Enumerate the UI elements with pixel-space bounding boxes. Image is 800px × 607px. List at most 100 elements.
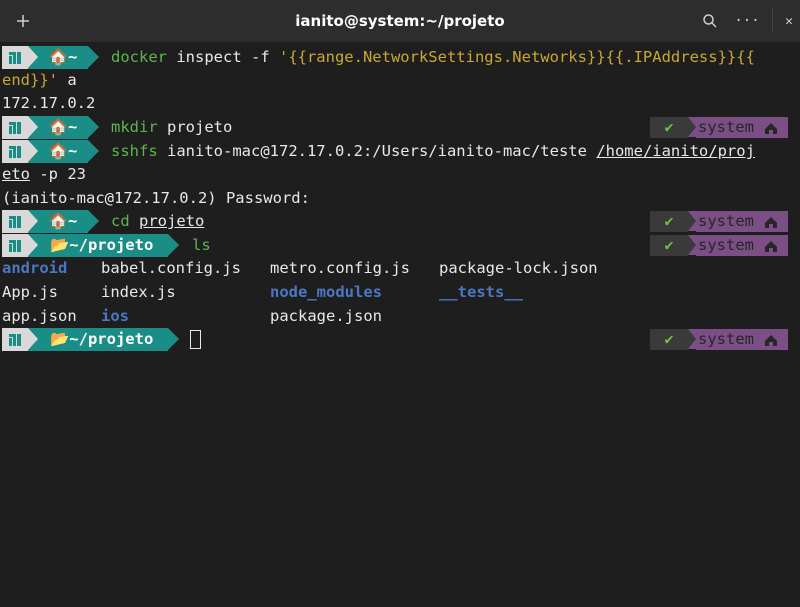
prompt-arrow xyxy=(28,116,38,138)
status-arrow xyxy=(688,329,696,349)
command-name: cd xyxy=(111,212,130,230)
status-arrow xyxy=(688,117,696,137)
search-icon xyxy=(703,14,717,28)
close-icon: ✕ xyxy=(785,13,793,29)
terminal-area[interactable]: 🏠~ docker inspect -f '{{range.NetworkSet… xyxy=(0,43,800,607)
ls-output-row: android babel.config.js metro.config.js … xyxy=(0,257,800,280)
home-icon: 🏠~ xyxy=(48,118,78,136)
command-args: inspect -f xyxy=(167,48,279,66)
command-string: '{{range.NetworkSettings.Networks}}{{.IP… xyxy=(278,48,755,66)
terminal-line: 🏠~ docker inspect -f '{{range.NetworkSet… xyxy=(0,46,800,69)
ls-output-row: app.json ios package.json xyxy=(0,305,800,328)
command-args: ianito-mac@172.17.0.2:/Users/ianito-mac/… xyxy=(157,142,597,160)
prompt-status: ✔ system xyxy=(650,235,788,256)
folder-icon: 📂~/projeto xyxy=(50,330,154,348)
prompt-status: ✔ system xyxy=(650,211,788,232)
status-host: system xyxy=(696,211,788,232)
text-cursor[interactable] xyxy=(190,330,201,349)
terminal-line: eto -p 23 xyxy=(0,163,800,186)
status-label: system xyxy=(698,330,754,348)
check-icon: ✔ xyxy=(650,211,688,232)
window-title: ianito@system:~/projeto xyxy=(295,12,505,30)
prompt-arrow xyxy=(88,116,99,138)
check-icon: ✔ xyxy=(650,117,688,138)
prompt-arrow xyxy=(28,140,38,162)
home-icon: 🏠~ xyxy=(48,212,78,230)
prompt-arrow xyxy=(28,234,38,256)
status-host: system xyxy=(696,117,788,138)
prompt-arrow xyxy=(28,328,38,350)
ls-entry: package.json xyxy=(270,307,382,325)
more-icon: ··· xyxy=(734,13,760,29)
terminal-line: 🏠~ sshfs ianito-mac@172.17.0.2:/Users/ia… xyxy=(0,140,800,163)
command-name: mkdir xyxy=(111,118,158,136)
command-name: sshfs xyxy=(111,142,158,160)
status-host: system xyxy=(696,235,788,256)
ls-entry: babel.config.js xyxy=(101,259,241,277)
prompt-arrow xyxy=(168,234,179,256)
output-text: (ianito-mac@172.17.0.2) Password: xyxy=(2,189,310,207)
check-icon: ✔ xyxy=(650,235,688,256)
prompt-arrow xyxy=(88,46,99,68)
manjaro-logo-icon xyxy=(2,234,28,257)
status-label: system xyxy=(698,212,754,230)
command-args: -p 23 xyxy=(30,165,86,183)
home-icon xyxy=(765,334,777,346)
home-icon xyxy=(765,122,777,134)
ls-entry: package-lock.json xyxy=(439,259,598,277)
prompt-arrow xyxy=(168,328,179,350)
ls-entry-dir: android xyxy=(2,259,68,277)
path-text: projeto xyxy=(139,212,205,230)
prompt-status: ✔ system xyxy=(650,117,788,138)
status-host: system xyxy=(696,329,788,350)
folder-icon: 📂~/projeto xyxy=(50,236,154,254)
ls-entry-dir: node_modules xyxy=(270,283,382,301)
terminal-output: (ianito-mac@172.17.0.2) Password: xyxy=(0,187,800,210)
output-text: 172.17.0.2 xyxy=(2,94,96,112)
ls-entry: app.json xyxy=(2,307,77,325)
ls-entry-dir: __tests__ xyxy=(439,283,523,301)
command-name: ls xyxy=(192,236,211,254)
ls-entry: index.js xyxy=(101,283,176,301)
terminal-line-current: 📂~/projeto ✔ system xyxy=(0,328,800,351)
home-icon: 🏠~ xyxy=(48,48,78,66)
ls-entry-dir: ios xyxy=(101,307,129,325)
terminal-line: end}}' a xyxy=(0,69,800,92)
status-arrow xyxy=(688,211,696,231)
terminal-line: 🏠~ mkdir projeto ✔ system xyxy=(0,116,800,139)
manjaro-logo-icon xyxy=(2,116,28,139)
manjaro-logo-icon xyxy=(2,210,28,233)
prompt-arrow xyxy=(28,46,38,68)
command-string: end}}' xyxy=(2,71,58,89)
ls-entry: App.js xyxy=(2,283,58,301)
prompt-dir: 📂~/projeto xyxy=(28,328,168,351)
command-args: projeto xyxy=(157,118,233,136)
divider xyxy=(772,9,773,33)
prompt-arrow xyxy=(88,140,99,162)
command-name: docker xyxy=(111,48,167,66)
status-arrow xyxy=(688,235,696,255)
terminal-line: 📂~/projeto ls ✔ system xyxy=(0,234,800,257)
terminal-line: 🏠~ cd projeto ✔ system xyxy=(0,210,800,233)
command-text: docker inspect -f '{{range.NetworkSettin… xyxy=(111,46,755,69)
status-label: system xyxy=(698,236,754,254)
check-icon: ✔ xyxy=(650,329,688,350)
prompt-arrow xyxy=(28,210,38,232)
manjaro-logo-icon xyxy=(2,46,28,69)
manjaro-logo-icon xyxy=(2,328,28,351)
title-bar: ianito@system:~/projeto ··· ✕ xyxy=(0,0,800,43)
manjaro-logo-icon xyxy=(2,140,28,163)
status-label: system xyxy=(698,118,754,136)
search-button[interactable] xyxy=(696,0,724,42)
prompt-arrow xyxy=(88,210,99,232)
home-icon xyxy=(765,216,777,228)
home-icon xyxy=(765,240,777,252)
menu-button[interactable]: ··· xyxy=(732,0,762,42)
path-text: /home/ianito/proj xyxy=(596,142,755,160)
home-icon: 🏠~ xyxy=(48,142,78,160)
ls-output-row: App.js index.js node_modules __tests__ xyxy=(0,281,800,304)
terminal-output: 172.17.0.2 xyxy=(0,92,800,115)
path-text: eto xyxy=(2,165,30,183)
close-button[interactable]: ✕ xyxy=(778,0,800,42)
prompt-dir: 📂~/projeto xyxy=(28,234,168,257)
